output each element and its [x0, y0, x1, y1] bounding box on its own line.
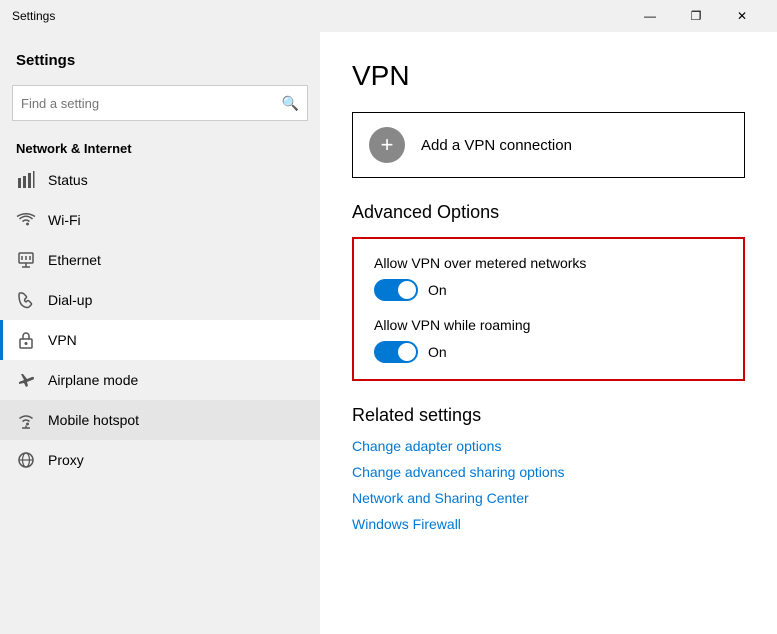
sidebar-item-label-dialup: Dial-up	[48, 292, 92, 308]
sidebar-item-proxy[interactable]: Proxy	[0, 440, 320, 480]
toggle-metered-state: On	[428, 282, 447, 298]
search-box[interactable]: 🔍	[12, 85, 308, 121]
minimize-button[interactable]: —	[627, 0, 673, 32]
toggle-metered-row: Allow VPN over metered networks On	[374, 255, 723, 301]
search-input[interactable]	[21, 96, 282, 111]
sidebar-item-label-airplane: Airplane mode	[48, 372, 138, 388]
add-vpn-box[interactable]: + Add a VPN connection	[352, 112, 745, 178]
hotspot-icon	[16, 410, 36, 430]
sidebar-item-label-wifi: Wi-Fi	[48, 212, 81, 228]
toggle-roaming-label: Allow VPN while roaming	[374, 317, 723, 333]
sidebar-item-airplane[interactable]: Airplane mode	[0, 360, 320, 400]
close-button[interactable]: ✕	[719, 0, 765, 32]
sidebar-item-hotspot[interactable]: Mobile hotspot	[0, 400, 320, 440]
toggle-roaming-state: On	[428, 344, 447, 360]
sidebar: Settings 🔍 Network & Internet Status	[0, 32, 320, 634]
add-vpn-icon: +	[369, 127, 405, 163]
toggle-roaming-switch[interactable]	[374, 341, 418, 363]
toggle-metered-control: On	[374, 279, 723, 301]
page-title: VPN	[352, 60, 745, 92]
sidebar-item-label-ethernet: Ethernet	[48, 252, 101, 268]
window-title: Settings	[12, 9, 55, 23]
maximize-button[interactable]: ❐	[673, 0, 719, 32]
ethernet-icon	[16, 250, 36, 270]
sidebar-header: Settings	[0, 32, 320, 77]
content-area: Settings 🔍 Network & Internet Status	[0, 32, 777, 634]
titlebar: Settings — ❐ ✕	[0, 0, 777, 32]
proxy-icon	[16, 450, 36, 470]
advanced-options-box: Allow VPN over metered networks On Allow…	[352, 237, 745, 381]
sidebar-item-dialup[interactable]: Dial-up	[0, 280, 320, 320]
related-link-1[interactable]: Change advanced sharing options	[352, 464, 745, 480]
status-icon	[16, 170, 36, 190]
main-panel: VPN + Add a VPN connection Advanced Opti…	[320, 32, 777, 634]
search-icon: 🔍	[282, 95, 299, 112]
sidebar-item-label-hotspot: Mobile hotspot	[48, 412, 139, 428]
related-settings-title: Related settings	[352, 405, 745, 426]
toggle-metered-label: Allow VPN over metered networks	[374, 255, 723, 271]
sidebar-item-label-vpn: VPN	[48, 332, 77, 348]
toggle-roaming-row: Allow VPN while roaming On	[374, 317, 723, 363]
window-controls: — ❐ ✕	[627, 0, 765, 32]
sidebar-item-wifi[interactable]: Wi-Fi	[0, 200, 320, 240]
wifi-icon	[16, 210, 36, 230]
sidebar-item-label-proxy: Proxy	[48, 452, 84, 468]
sidebar-item-ethernet[interactable]: Ethernet	[0, 240, 320, 280]
related-link-0[interactable]: Change adapter options	[352, 438, 745, 454]
dialup-icon	[16, 290, 36, 310]
sidebar-item-label-status: Status	[48, 172, 88, 188]
sidebar-item-status[interactable]: Status	[0, 160, 320, 200]
advanced-options-title: Advanced Options	[352, 202, 745, 223]
toggle-metered-switch[interactable]	[374, 279, 418, 301]
related-link-3[interactable]: Windows Firewall	[352, 516, 745, 532]
section-label: Network & Internet	[0, 133, 320, 160]
settings-window: Settings — ❐ ✕ Settings 🔍 Network & Inte…	[0, 0, 777, 634]
related-link-2[interactable]: Network and Sharing Center	[352, 490, 745, 506]
airplane-icon	[16, 370, 36, 390]
sidebar-item-vpn[interactable]: VPN	[0, 320, 320, 360]
toggle-roaming-control: On	[374, 341, 723, 363]
add-vpn-label: Add a VPN connection	[421, 137, 572, 154]
vpn-icon	[16, 330, 36, 350]
